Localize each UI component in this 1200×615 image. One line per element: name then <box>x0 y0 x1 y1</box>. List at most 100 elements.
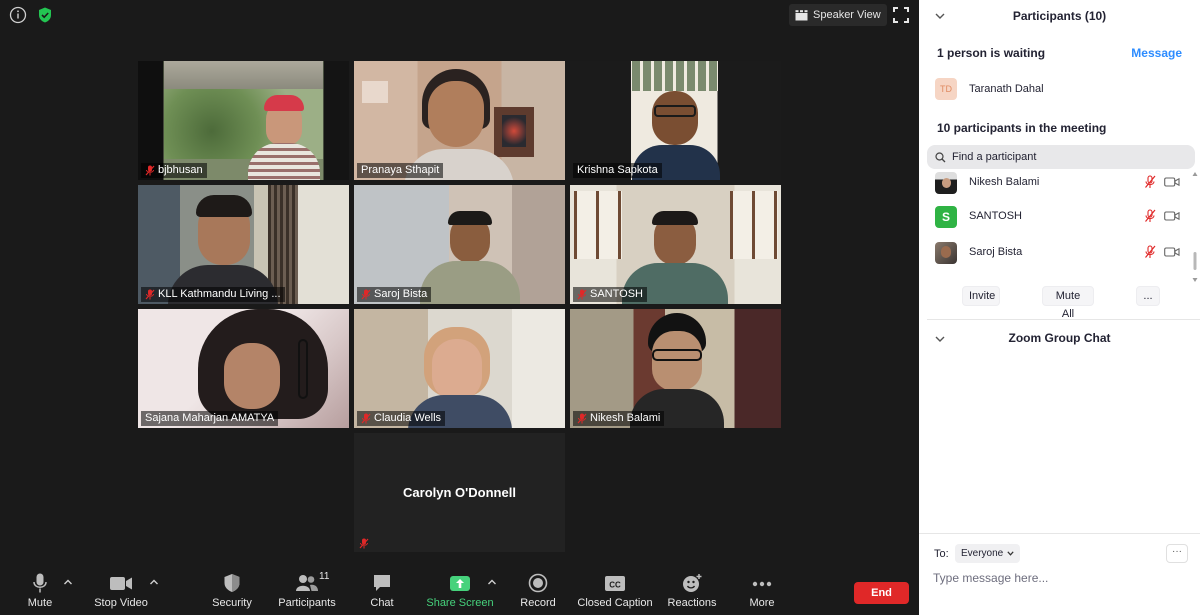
participant-name-tag: KLL Kathmandu Living ... <box>141 287 285 302</box>
participant-list-name: Saroj Bista <box>969 246 1023 258</box>
video-tile-sajana-maharjan-amatya[interactable]: Sajana Maharjan AMATYA <box>138 309 349 428</box>
participants-button[interactable]: 11 Participants <box>267 571 347 609</box>
avatar <box>935 242 957 264</box>
divider <box>927 319 1200 320</box>
video-gallery-area: Speaker View bjbhusan Pranaya Sthapit Kr… <box>0 0 919 615</box>
participant-name: Carolyn O'Donnell <box>403 485 516 500</box>
chat-label: Chat <box>370 597 394 609</box>
search-icon <box>935 151 946 162</box>
message-waiting-button[interactable]: Message <box>1131 46 1182 60</box>
reactions-smiley-icon <box>683 574 702 592</box>
video-tile-nikesh-balami[interactable]: Nikesh Balami <box>570 309 781 428</box>
participant-face <box>432 339 482 401</box>
security-shield-icon <box>224 574 240 592</box>
invite-button[interactable]: Invite <box>962 286 1000 306</box>
participant-name: bjbhusan <box>158 164 203 176</box>
video-tile-santosh[interactable]: SANTOSH <box>570 185 781 304</box>
participant-name-tag: bjbhusan <box>141 163 207 178</box>
participant-list-item[interactable]: Saroj Bista <box>919 238 1189 266</box>
participants-icon <box>296 575 318 591</box>
video-tile-carolyn-odonnell[interactable]: Carolyn O'Donnell <box>354 433 565 552</box>
video-camera-icon[interactable] <box>1164 247 1180 257</box>
participant-face <box>428 81 484 147</box>
participant-list-name: Nikesh Balami <box>969 176 1040 188</box>
svg-text:CC: CC <box>609 581 621 590</box>
participant-name: Saroj Bista <box>374 288 428 300</box>
fullscreen-icon[interactable] <box>893 7 909 23</box>
participant-name-tag: Nikesh Balami <box>573 411 665 426</box>
participants-count-badge: 11 <box>319 571 330 582</box>
participant-list-scrollbar[interactable] <box>1192 172 1198 282</box>
waiting-participant-name[interactable]: Taranath Dahal <box>969 83 1044 95</box>
security-label: Security <box>212 597 252 609</box>
participant-name: Nikesh Balami <box>590 412 661 424</box>
participants-panel-title: Participants (10) <box>1012 9 1107 23</box>
chat-message-input[interactable] <box>933 571 1183 585</box>
security-button[interactable]: Security <box>192 573 272 609</box>
speaker-view-button[interactable]: Speaker View <box>789 4 887 26</box>
video-tile-saroj-bista[interactable]: Saroj Bista <box>354 185 565 304</box>
info-icon[interactable] <box>9 6 27 24</box>
encryption-shield-icon[interactable] <box>36 6 54 24</box>
microphone-muted-icon <box>145 289 155 300</box>
mute-all-button[interactable]: Mute All <box>1042 286 1094 320</box>
video-camera-icon[interactable] <box>1164 177 1180 187</box>
mute-options-caret-icon[interactable] <box>63 578 73 586</box>
participant-name-tag: Sajana Maharjan AMATYA <box>141 411 279 426</box>
participants-more-button[interactable]: ... <box>1136 286 1160 306</box>
participant-face <box>224 343 280 409</box>
participant-name-tag: Claudia Wells <box>357 411 446 426</box>
video-tile-bjbhusan[interactable]: bjbhusan <box>138 61 349 180</box>
chat-bubble-icon <box>374 575 390 591</box>
closed-caption-icon: CC <box>605 576 625 591</box>
record-icon <box>528 573 548 593</box>
divider <box>919 533 1200 534</box>
participant-face <box>652 91 698 145</box>
microphone-muted-icon <box>145 165 155 176</box>
speaker-view-label: Speaker View <box>813 9 881 21</box>
microphone-muted-icon[interactable] <box>1144 209 1156 223</box>
video-tile-claudia-wells[interactable]: Claudia Wells <box>354 309 565 428</box>
participants-chat-panel: Participants (10) 1 person is waiting Me… <box>919 0 1200 615</box>
waiting-room-status: 1 person is waiting <box>937 46 1046 60</box>
record-button[interactable]: Record <box>498 573 578 609</box>
video-tile-krishna-sapkota[interactable]: Krishna Sapkota <box>570 61 781 180</box>
participants-label: Participants <box>278 597 336 609</box>
record-label: Record <box>520 597 556 609</box>
microphone-muted-icon[interactable] <box>1144 245 1156 259</box>
share-screen-icon <box>450 576 470 591</box>
more-button[interactable]: More <box>722 573 802 609</box>
closed-caption-label: Closed Caption <box>577 597 653 609</box>
microphone-muted-icon <box>361 289 371 300</box>
microphone-muted-icon <box>577 289 587 300</box>
end-meeting-button[interactable]: End <box>854 582 909 604</box>
participant-name: Pranaya Sthapit <box>361 164 440 176</box>
share-options-caret-icon[interactable] <box>487 578 497 586</box>
participant-name: Krishna Sapkota <box>577 164 658 176</box>
chat-to-label: To: <box>934 548 949 560</box>
avatar <box>935 172 957 194</box>
chat-recipient-select[interactable]: Everyone <box>955 544 1021 563</box>
participant-name-tag: Pranaya Sthapit <box>357 163 444 178</box>
participant-list-item[interactable]: Nikesh Balami <box>919 168 1189 196</box>
search-placeholder: Find a participant <box>952 151 1037 163</box>
avatar: S <box>935 206 957 228</box>
find-participant-search[interactable]: Find a participant <box>927 145 1195 169</box>
video-camera-icon[interactable] <box>1164 211 1180 221</box>
chat-more-options-button[interactable]: ··· <box>1166 544 1188 563</box>
video-tile-kll-kathmandu-living[interactable]: KLL Kathmandu Living ... <box>138 185 349 304</box>
microphone-muted-icon[interactable] <box>1144 175 1156 189</box>
microphone-icon <box>33 573 47 593</box>
chevron-down-icon <box>1007 551 1014 556</box>
chat-recipient-value: Everyone <box>961 548 1004 559</box>
reactions-label: Reactions <box>667 597 717 609</box>
video-options-caret-icon[interactable] <box>149 578 159 586</box>
reactions-button[interactable]: Reactions <box>652 573 732 609</box>
participant-name: Sajana Maharjan AMATYA <box>145 412 275 424</box>
participant-list-item[interactable]: S SANTOSH <box>919 202 1189 230</box>
closed-caption-button[interactable]: CC Closed Caption <box>575 573 655 609</box>
video-tile-pranaya-sthapit[interactable]: Pranaya Sthapit <box>354 61 565 180</box>
participant-name: SANTOSH <box>590 288 643 300</box>
microphone-muted-icon <box>577 413 587 424</box>
chat-button[interactable]: Chat <box>342 573 422 609</box>
